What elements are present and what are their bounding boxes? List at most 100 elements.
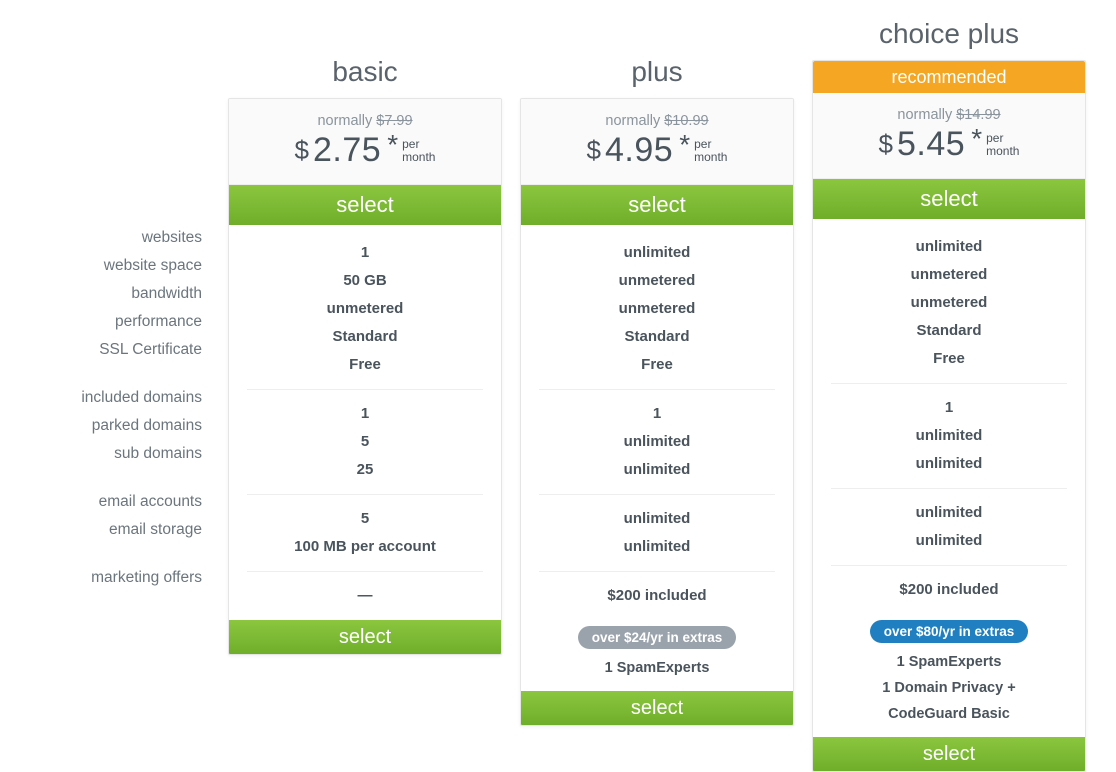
recommended-badge: recommended	[813, 61, 1085, 93]
feature-value: 1	[521, 400, 793, 428]
feature-value: $200 included	[521, 582, 793, 610]
feature-value: unmetered	[521, 267, 793, 295]
divider	[831, 488, 1067, 489]
divider	[247, 389, 483, 390]
badge-slot	[520, 18, 794, 56]
old-price: $10.99	[664, 113, 708, 129]
plan-title: basic	[228, 56, 502, 98]
feature-value: $200 included	[813, 576, 1085, 604]
feature-values: 150 GBunmeteredStandardFree15255100 MB p…	[229, 225, 501, 620]
per-month: permonth	[986, 132, 1019, 157]
price-block: normally $14.99 $5.45*permonth	[813, 93, 1085, 179]
asterisk-icon: *	[387, 129, 398, 161]
feature-value: unlimited	[813, 527, 1085, 555]
plan-box: normally $10.99 $4.95*permonth select unlim…	[520, 98, 794, 726]
price-amount: 4.95	[605, 131, 673, 170]
extras-pill: over $80/yr in extras	[870, 620, 1029, 643]
select-button-bottom[interactable]: select	[521, 691, 793, 725]
asterisk-icon: *	[971, 123, 982, 155]
divider	[539, 494, 775, 495]
feature-label: email accounts	[0, 488, 210, 516]
select-button-top[interactable]: select	[813, 179, 1085, 219]
dollar-sign: $	[587, 135, 601, 166]
feature-label: included domains	[0, 384, 210, 412]
divider	[539, 389, 775, 390]
extra-line: 1 Domain Privacy +	[813, 675, 1085, 701]
feature-value: Free	[521, 351, 793, 379]
feature-value: unmetered	[229, 295, 501, 323]
price-line: $2.75*permonth	[237, 131, 493, 170]
plan-box: recommended normally $14.99 $5.45*permonth…	[812, 60, 1086, 772]
feature-value: 1	[229, 400, 501, 428]
feature-label: email storage	[0, 516, 210, 544]
price-block: normally $10.99 $4.95*permonth	[521, 99, 793, 185]
plan-card-basic: basic normally $7.99 $2.75*permonth select 1…	[228, 18, 502, 772]
feature-value: Standard	[813, 317, 1085, 345]
select-button-top[interactable]: select	[521, 185, 793, 225]
plan-card-choice-plus: choice plusrecommended normally $14.99 $5.…	[812, 18, 1086, 772]
feature-value: 1	[229, 239, 501, 267]
feature-label: parked domains	[0, 412, 210, 440]
feature-value: 5	[229, 505, 501, 533]
normally-text: normally $14.99	[821, 107, 1077, 123]
feature-value: Standard	[229, 323, 501, 351]
price-amount: 5.45	[897, 125, 965, 164]
plan-card-plus: plus normally $10.99 $4.95*permonth select u…	[520, 18, 794, 772]
feature-label: website space	[0, 252, 210, 280]
divider	[831, 565, 1067, 566]
price-line: $4.95*permonth	[529, 131, 785, 170]
feature-value: unlimited	[521, 505, 793, 533]
feature-value: unmetered	[521, 295, 793, 323]
feature-values: unlimitedunmeteredunmeteredStandardFree1…	[521, 225, 793, 620]
normally-text: normally $10.99	[529, 113, 785, 129]
extras-block: over $80/yr in extras 1 SpamExperts1 Doma…	[813, 614, 1085, 737]
feature-labels-column: websiteswebsite spacebandwidthperformanc…	[0, 18, 210, 592]
price-block: normally $7.99 $2.75*permonth	[229, 99, 501, 185]
price-amount: 2.75	[313, 131, 381, 170]
asterisk-icon: *	[679, 129, 690, 161]
feature-value: 50 GB	[229, 267, 501, 295]
old-price: $14.99	[956, 107, 1000, 123]
feature-label: sub domains	[0, 440, 210, 468]
feature-value: unlimited	[521, 428, 793, 456]
select-button-bottom[interactable]: select	[229, 620, 501, 654]
feature-value: 25	[229, 456, 501, 484]
normally-text: normally $7.99	[237, 113, 493, 129]
feature-value: —	[229, 582, 501, 610]
feature-value: 1	[813, 394, 1085, 422]
feature-value: Free	[813, 345, 1085, 373]
select-button-top[interactable]: select	[229, 185, 501, 225]
dollar-sign: $	[879, 129, 893, 160]
plan-box: normally $7.99$2.75*permonthselect150 GB…	[228, 98, 502, 655]
feature-value: unmetered	[813, 261, 1085, 289]
badge-slot	[228, 18, 502, 56]
extras-block: over $24/yr in extras1 SpamExperts	[521, 620, 793, 691]
feature-label: SSL Certificate	[0, 336, 210, 364]
select-button-bottom[interactable]: select	[813, 737, 1085, 771]
dollar-sign: $	[295, 135, 309, 166]
extras-pill: over $24/yr in extras	[578, 626, 737, 649]
divider	[831, 383, 1067, 384]
feature-value: 100 MB per account	[229, 533, 501, 561]
feature-value: unlimited	[813, 499, 1085, 527]
plan-title: plus	[520, 56, 794, 98]
pricing-table: websiteswebsite spacebandwidthperformanc…	[0, 0, 1116, 772]
divider	[539, 571, 775, 572]
feature-value: Free	[229, 351, 501, 379]
feature-value: unlimited	[813, 233, 1085, 261]
feature-label: websites	[0, 224, 210, 252]
feature-values: unlimitedunmeteredunmeteredStandardFree1…	[813, 219, 1085, 614]
per-month: permonth	[402, 138, 435, 163]
feature-label: performance	[0, 308, 210, 336]
feature-label: bandwidth	[0, 280, 210, 308]
plan-title: choice plus	[812, 18, 1086, 60]
extra-line: CodeGuard Basic	[813, 701, 1085, 727]
feature-value: unlimited	[813, 422, 1085, 450]
extra-line: 1 SpamExperts	[813, 649, 1085, 675]
old-price: $7.99	[376, 113, 412, 129]
feature-value: unmetered	[813, 289, 1085, 317]
divider	[247, 494, 483, 495]
divider	[247, 571, 483, 572]
feature-value: unlimited	[521, 456, 793, 484]
price-line: $5.45*permonth	[821, 125, 1077, 164]
